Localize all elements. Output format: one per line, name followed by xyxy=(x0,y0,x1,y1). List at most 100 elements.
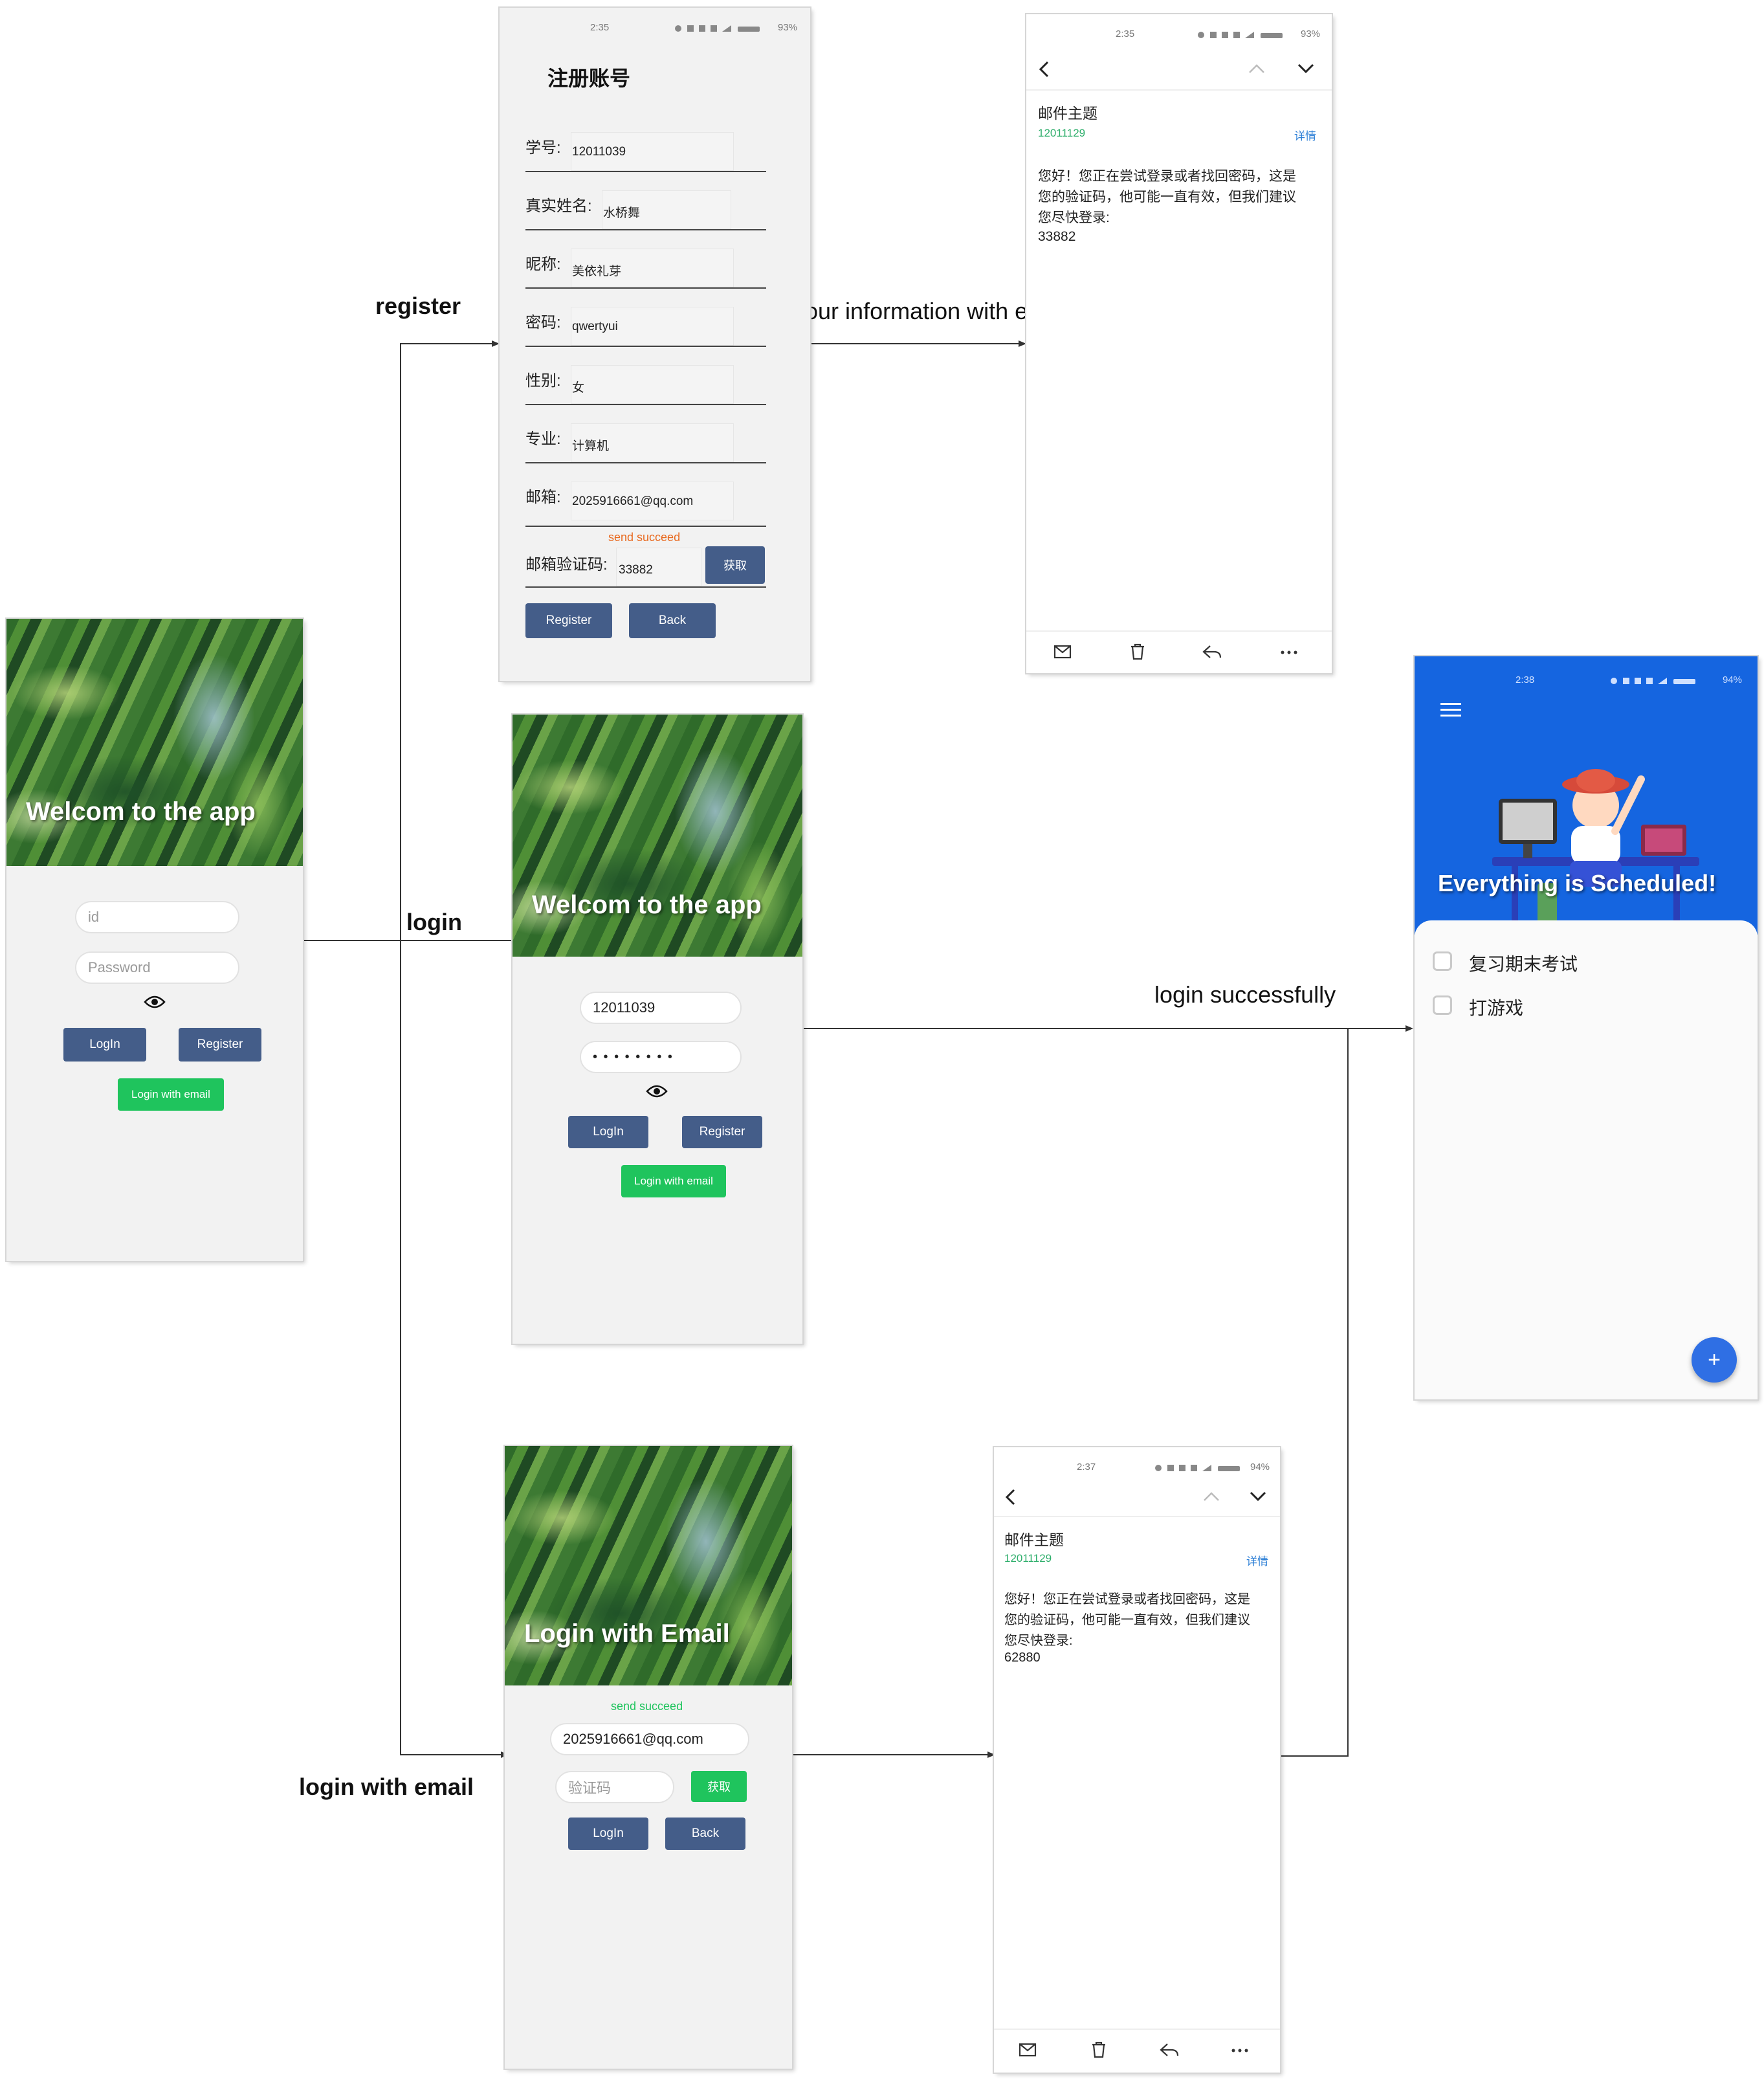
password-input[interactable]: • • • • • • • • xyxy=(580,1041,742,1073)
status-time: 2:35 xyxy=(590,22,610,33)
chevron-down-icon[interactable] xyxy=(1297,62,1315,75)
field-underline xyxy=(525,526,766,527)
field-underline xyxy=(525,287,766,289)
trash-icon[interactable] xyxy=(1130,643,1145,660)
footer-divider xyxy=(1026,630,1332,632)
back-button[interactable]: Back xyxy=(665,1818,745,1850)
label-register: register xyxy=(375,293,461,319)
welcome-title: Welcom to the app xyxy=(532,891,762,919)
mail-detail-link[interactable]: 详情 xyxy=(1294,127,1316,143)
id-input[interactable]: id xyxy=(75,901,239,933)
register-submit-button[interactable]: Register xyxy=(525,603,612,638)
field-label-password: 密码: xyxy=(525,314,561,331)
field-underline xyxy=(525,229,766,230)
status-battery: 93% xyxy=(1301,28,1321,39)
plus-icon: + xyxy=(1708,1348,1721,1372)
eye-icon[interactable] xyxy=(646,1084,668,1099)
register-screen: 2:35 93% 注册账号 学号: 12011039 真实姓名: 水桥舞 昵称:… xyxy=(500,8,810,681)
menu-icon[interactable] xyxy=(1440,702,1461,718)
get-code-button[interactable]: 获取 xyxy=(705,546,765,584)
login-button[interactable]: LogIn xyxy=(568,1116,648,1148)
mail-body-line: 您的验证码，他可能一直有效，但我们建议 xyxy=(1038,190,1296,205)
get-code-button[interactable]: 获取 xyxy=(691,1771,747,1802)
trash-icon[interactable] xyxy=(1091,2041,1107,2058)
send-status: send succeed xyxy=(611,1700,683,1713)
mail-detail-link[interactable]: 详情 xyxy=(1246,1552,1268,1568)
mail-screen-top: 2:35 93% 邮件主题 12011129 详情 您好！您正在尝试登录或者找回… xyxy=(1026,14,1332,673)
field-value-password[interactable]: qwertyui xyxy=(572,320,618,334)
send-status: send succeed xyxy=(608,531,681,544)
field-underline xyxy=(525,346,766,347)
status-time: 2:37 xyxy=(1077,1462,1096,1473)
field-value-email[interactable]: 2025916661@qq.com xyxy=(572,495,693,509)
mail-subject: 邮件主题 xyxy=(1004,1531,1064,1548)
login-button[interactable]: LogIn xyxy=(63,1028,146,1062)
login-with-email-button[interactable]: Login with email xyxy=(621,1165,726,1197)
mail-body-line: 您好！您正在尝试登录或者找回密码，这是 xyxy=(1038,169,1296,184)
status-icons xyxy=(675,25,760,32)
todo-headline: Everything is Scheduled! xyxy=(1438,870,1717,896)
status-battery: 94% xyxy=(1250,1462,1270,1473)
more-icon[interactable] xyxy=(1231,2048,1249,2053)
status-icons xyxy=(1198,32,1283,38)
login-with-email-button[interactable]: Login with email xyxy=(118,1078,224,1111)
task-checkbox[interactable] xyxy=(1433,995,1452,1015)
login-screen-filled: Welcom to the app 12011039 • • • • • • •… xyxy=(513,715,802,1344)
chevron-up-icon[interactable] xyxy=(1248,62,1266,75)
email-input[interactable]: 2025916661@qq.com xyxy=(550,1723,749,1755)
verify-code-input[interactable]: 验证码 xyxy=(555,1771,674,1803)
chevron-down-icon[interactable] xyxy=(1249,1490,1267,1503)
banner-image xyxy=(513,715,802,957)
back-button[interactable]: Back xyxy=(629,603,716,638)
field-underline xyxy=(525,404,766,405)
password-input[interactable]: Password xyxy=(75,951,239,984)
task-checkbox[interactable] xyxy=(1433,951,1452,971)
back-chevron-icon[interactable] xyxy=(1038,60,1051,79)
register-button[interactable]: Register xyxy=(682,1116,762,1148)
mail-icon[interactable] xyxy=(1019,2043,1037,2057)
mail-code: 62880 xyxy=(1004,1651,1041,1665)
mail-body-line: 您好！您正在尝试登录或者找回密码，这是 xyxy=(1004,1592,1250,1606)
eye-icon[interactable] xyxy=(144,994,166,1010)
mail-screen-bottom: 2:37 94% 邮件主题 12011129 详情 您好！您正在尝试登录或者找回… xyxy=(994,1447,1280,2073)
register-title: 注册账号 xyxy=(547,67,631,90)
task-label: 打游戏 xyxy=(1469,998,1524,1018)
mail-sender[interactable]: 12011129 xyxy=(1004,1552,1052,1565)
welcome-title: Welcom to the app xyxy=(26,797,256,826)
field-value-real-name[interactable]: 水桥舞 xyxy=(603,203,640,221)
field-value-student-id[interactable]: 12011039 xyxy=(572,145,626,159)
mail-body-line: 您的验证码，他可能一直有效，但我们建议 xyxy=(1004,1613,1250,1627)
chevron-up-icon[interactable] xyxy=(1202,1490,1220,1503)
login-screen-empty: Welcom to the app id Password LogIn Regi… xyxy=(6,619,303,1261)
mail-sender[interactable]: 12011129 xyxy=(1038,127,1085,140)
back-chevron-icon[interactable] xyxy=(1004,1487,1017,1507)
status-battery: 94% xyxy=(1723,674,1743,685)
reply-icon[interactable] xyxy=(1202,645,1222,659)
reply-icon[interactable] xyxy=(1160,2043,1179,2057)
register-button[interactable]: Register xyxy=(179,1028,261,1062)
field-box-gender xyxy=(571,365,734,404)
banner-image xyxy=(6,619,303,866)
connector-mail-return-horizontal xyxy=(1279,1755,1349,1757)
field-value-gender[interactable]: 女 xyxy=(572,378,584,395)
header-divider xyxy=(994,1516,1280,1517)
more-icon[interactable] xyxy=(1280,650,1298,655)
connector-vertical-trunk xyxy=(400,343,401,1754)
todo-list-panel xyxy=(1415,920,1758,1399)
field-value-verify-code[interactable]: 33882 xyxy=(619,563,653,577)
login-button[interactable]: LogIn xyxy=(568,1818,648,1850)
mail-code: 33882 xyxy=(1038,229,1076,244)
field-value-nickname[interactable]: 美依礼芽 xyxy=(572,261,621,279)
mail-icon[interactable] xyxy=(1053,645,1072,659)
mail-body-line: 您尽快登录: xyxy=(1038,210,1110,225)
field-value-major[interactable]: 计算机 xyxy=(572,436,609,454)
add-task-button[interactable]: + xyxy=(1692,1337,1737,1383)
connector-main-horizontal xyxy=(302,940,511,941)
connector-login-to-todo xyxy=(801,1028,1409,1029)
email-login-title: Login with Email xyxy=(524,1619,730,1648)
field-label-student-id: 学号: xyxy=(525,139,561,157)
id-input[interactable]: 12011039 xyxy=(580,992,742,1024)
workspace-illustration xyxy=(1492,769,1699,937)
mail-body-line: 您尽快登录: xyxy=(1004,1634,1073,1648)
footer-divider xyxy=(994,2029,1280,2030)
